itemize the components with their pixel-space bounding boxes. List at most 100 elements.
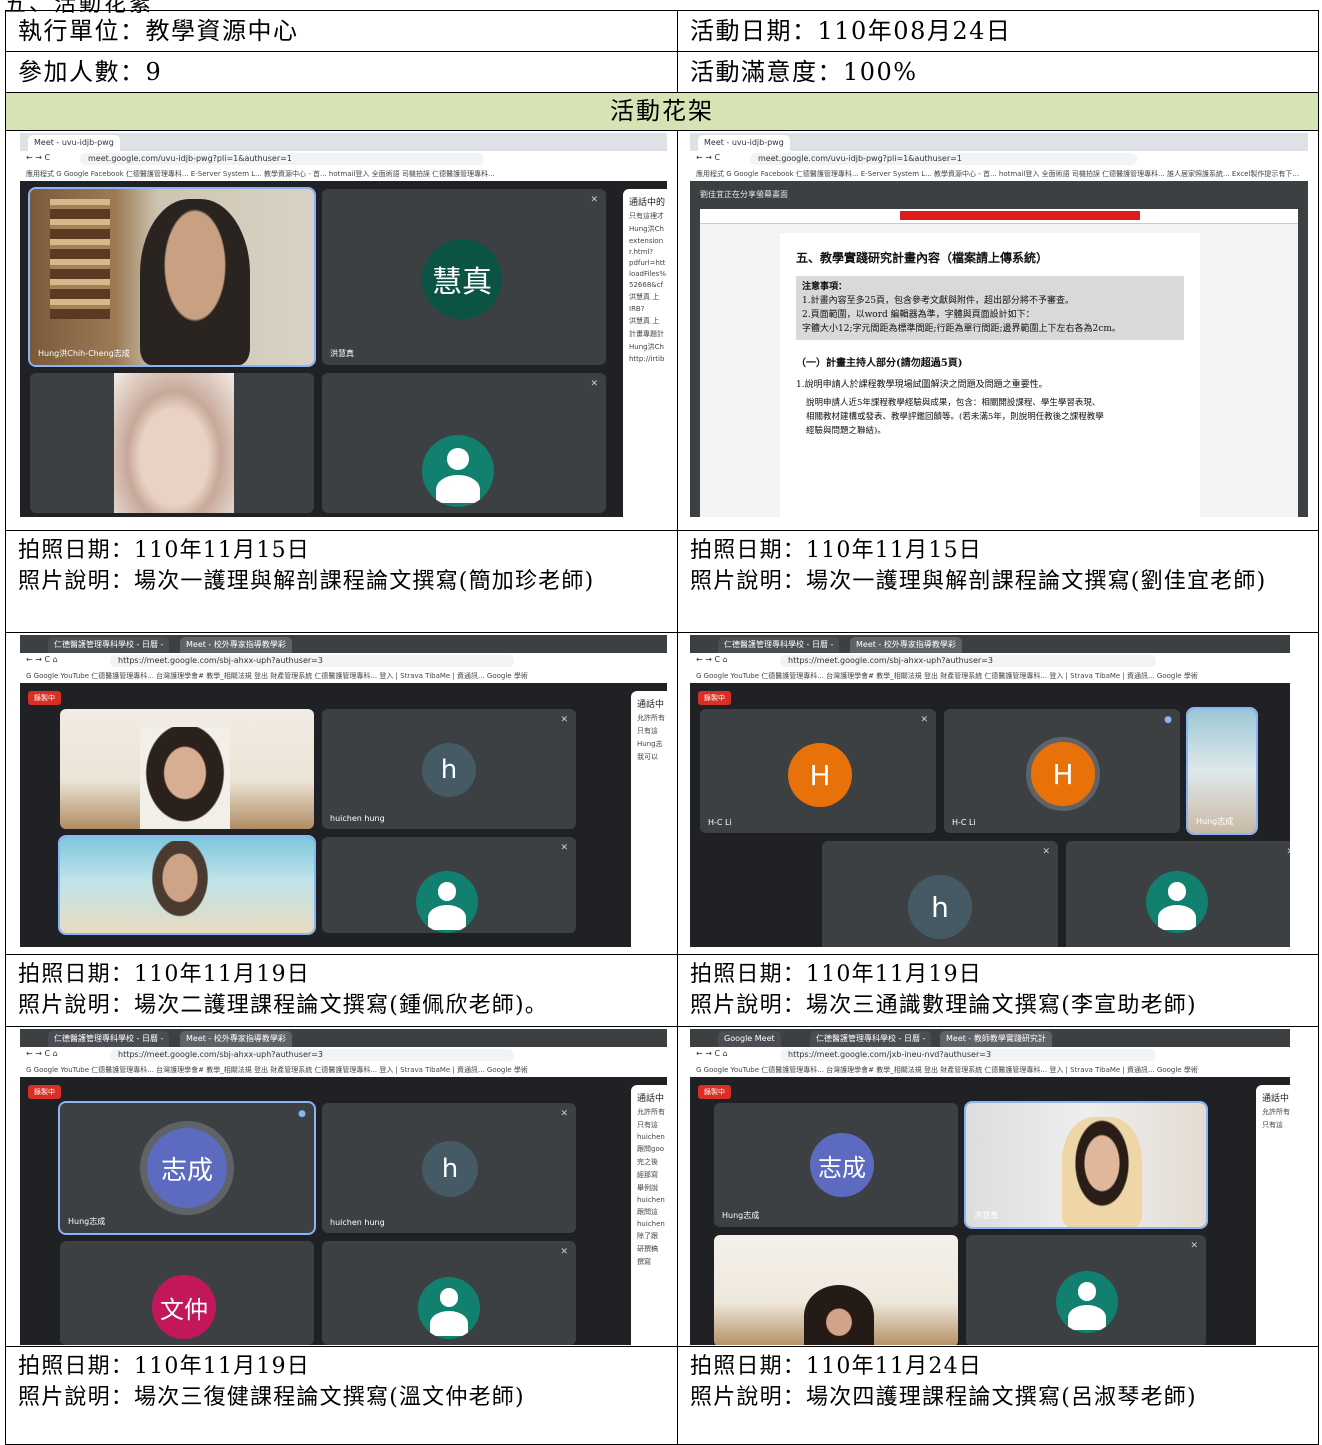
chat-line: Hung志 xyxy=(637,740,663,748)
meet-screenshot-3: 仁德醫護管理專科學校 - 日曆 - Meet - 校外專家指導教學彩 ← → C… xyxy=(20,635,667,947)
doc-body-line: 經驗與問題之聯結)。 xyxy=(806,426,886,436)
chat-line: 除了跟 xyxy=(637,1232,658,1240)
photo-description: 照片說明：場次三通識數理論文撰寫(李宣助老師) xyxy=(690,993,1197,1018)
chat-line: 洪慧真 上 xyxy=(629,317,660,325)
date-cell: 活動日期：110年08月24日 xyxy=(677,10,1319,52)
recording-badge: 錄製中 xyxy=(698,691,731,705)
recording-badge: 錄製中 xyxy=(28,691,61,705)
url-field: https://meet.google.com/sbj-ahxx-uph?aut… xyxy=(780,655,1156,667)
video-tile-3 xyxy=(58,835,316,935)
meet-stage: 錄製中 志成 Hung志成 洪慧真 ✕ 通話中 允許所有 只有這 xyxy=(690,1077,1290,1345)
chat-panel: 通話中 允許所有 只有這 huichen 跟問goo 完之後 經那寫 舉例說 huichen 跟… xyxy=(631,1085,667,1345)
avatar: 慧真 xyxy=(422,239,502,319)
chat-line: 只有這 xyxy=(1262,1121,1283,1129)
word-toolbar xyxy=(700,209,1298,224)
meet-stage: 錄製中 志成 ● Hung志成 h ✕ huichen hung 文仲 ✕ 通話… xyxy=(20,1077,667,1345)
bookmarks-bar: 應用程式 G Google Facebook 仁德醫護管理專科... E-Ser… xyxy=(690,167,1308,182)
chat-line: 允許所有 xyxy=(637,1108,665,1116)
meet-screenshot-2: Meet - uvu-idjb-pwg ← → C meet.google.com… xyxy=(690,133,1308,517)
avatar: H xyxy=(788,743,852,807)
chat-line: 只有這裡才 xyxy=(629,212,664,220)
participant-name: huichen hung xyxy=(330,1218,385,1227)
browser-urlbar: ← → C meet.google.com/uvu-idjb-pwg?pli=1&… xyxy=(690,151,1308,167)
chat-panel: 通話中的 只有這裡才 Hung洪Ch extension r.html? pdfurl=… xyxy=(623,189,667,517)
participant-video xyxy=(30,189,314,365)
photo-cell-2: Meet - uvu-idjb-pwg ← → C meet.google.com… xyxy=(677,130,1319,531)
chat-line: pdfurl=htt xyxy=(629,259,666,267)
photo-description: 照片說明：場次四護理課程論文撰寫(呂淑琴老師) xyxy=(690,1385,1197,1410)
face-photo xyxy=(140,841,220,933)
chat-line: http://irtib xyxy=(629,355,665,363)
browser-tabbar: Meet - uvu-idjb-pwg xyxy=(20,133,667,151)
chat-lines: 只有這裡才 Hung洪Ch extension r.html? pdfurl=htt lo… xyxy=(629,211,666,363)
participant-video xyxy=(966,1103,1206,1227)
video-tile-2: H ● H-C Li xyxy=(944,709,1180,833)
photo-date: 拍照日期：110年11月15日 xyxy=(690,538,982,563)
browser-tab: Meet - 校外專家指導教學彩 xyxy=(180,1031,292,1047)
chat-line: 計畫專題計 xyxy=(629,330,664,338)
activity-date-label: 活動日期：110年08月24日 xyxy=(690,17,1012,45)
participant-name: 洪慧真 xyxy=(974,1211,998,1220)
photo-date: 拍照日期：110年11月24日 xyxy=(690,1354,982,1379)
chat-line: 撰寫 xyxy=(637,1258,651,1266)
satisfaction-label: 活動滿意度：100% xyxy=(690,58,918,86)
caption-cell-3: 拍照日期：110年11月19日 照片說明：場次二護理課程論文撰寫(鍾佩欣老師)。 xyxy=(5,954,678,1027)
meet-screenshot-5: 仁德醫護管理專科學校 - 日曆 - Meet - 校外專家指導教學彩 ← → C… xyxy=(20,1029,667,1345)
word-title-bar xyxy=(900,211,1140,220)
chat-line: 我可以 xyxy=(637,753,658,761)
mic-muted-icon: ✕ xyxy=(920,715,928,725)
chat-panel: 通話中 允許所有 只有這 Hung志 我可以 xyxy=(631,691,667,947)
browser-tabbar: Meet - uvu-idjb-pwg xyxy=(690,133,1308,151)
participant-video xyxy=(114,373,234,513)
video-tile-5: ✕ xyxy=(1066,841,1290,947)
video-tile-3 xyxy=(30,373,314,513)
chat-line: 只有這 xyxy=(637,727,658,735)
participant-video xyxy=(1188,709,1256,833)
mic-muted-icon: ✕ xyxy=(1190,1241,1198,1251)
doc-heading: 五、教學實踐研究計畫內容（檔案請上傳系統） xyxy=(796,251,1049,265)
chat-line: IRB? xyxy=(629,305,645,313)
participant-name: Hung志成 xyxy=(722,1211,760,1220)
photo-date: 拍照日期：110年11月19日 xyxy=(18,1354,310,1379)
photo-date: 拍照日期：110年11月19日 xyxy=(18,962,310,987)
video-tile-4: ✕ xyxy=(966,1235,1206,1345)
nav-arrows-icon: ← → C ⌂ xyxy=(26,1049,58,1058)
panel-title: 通話中 xyxy=(1262,1094,1290,1104)
url-field: https://meet.google.com/sbj-ahxx-uph?aut… xyxy=(110,1049,515,1061)
video-tile-2: 洪慧真 xyxy=(964,1101,1208,1229)
photo-cell-6: Google Meet 仁德醫護管理專科學校 - 日曆 - Meet - 教師教… xyxy=(677,1026,1319,1347)
mic-muted-icon: ✕ xyxy=(590,379,598,389)
video-tile-2: h ✕ huichen hung xyxy=(322,709,576,829)
photo-cell-4: 仁德醫護管理專科學校 - 日曆 - Meet - 校外專家指導教學彩 ← → C… xyxy=(677,632,1319,955)
url-field: meet.google.com/uvu-idjb-pwg?pli=1&authu… xyxy=(80,153,485,165)
browser-urlbar: ← → C ⌂ https://meet.google.com/jxb-ineu-… xyxy=(690,1047,1290,1063)
participant-video xyxy=(714,1235,958,1345)
video-tile-4: ✕ xyxy=(322,837,576,933)
participant-name: H-C Li xyxy=(952,818,976,827)
bookmarks-bar: G Google YouTube 仁德醫護管理專科... 台灣護理學會# 教學_… xyxy=(20,1063,667,1078)
video-tile-3 xyxy=(714,1235,958,1345)
video-tile-3: Hung志成 xyxy=(1186,707,1258,835)
doc-section: （一）計畫主持人部分(請勿超過5頁) xyxy=(796,358,963,369)
nav-arrows-icon: ← → C xyxy=(26,153,51,162)
doc-note: 2.頁面範圍，以word 編輯器為準，字體與頁面設計如下： xyxy=(802,310,1035,320)
face-photo xyxy=(1062,1117,1142,1227)
avatar: H xyxy=(1026,737,1100,811)
doc-item: 1.說明申請人於課程教學現場試圖解決之問題及問題之重要性。 xyxy=(796,380,1048,390)
url-field: https://meet.google.com/jxb-ineu-nvd?aut… xyxy=(780,1049,1156,1061)
bookmarks-bar: 應用程式 G Google Facebook 仁德醫護管理專科... E-Ser… xyxy=(20,167,667,182)
unit-label: 執行單位：教學資源中心 xyxy=(18,17,299,45)
photo-cell-5: 仁德醫護管理專科學校 - 日曆 - Meet - 校外專家指導教學彩 ← → C… xyxy=(5,1026,678,1347)
browser-tab: Meet - 教師教學實踐研究計 xyxy=(940,1031,1052,1047)
face-photo xyxy=(804,1285,874,1345)
chat-line: Hung洪Ch xyxy=(629,343,664,351)
bookshelf-photo xyxy=(50,199,110,319)
meet-stage: 劉佳宜正在分享螢幕畫面 五、教學實踐研究計畫內容（檔案請上傳系統） 注意事項： … xyxy=(690,181,1308,517)
mic-muted-icon: ✕ xyxy=(1042,847,1050,857)
video-tile-4: ✕ xyxy=(322,1241,576,1345)
document-page: 五、活動花絮 執行單位：教學資源中心 活動日期：110年08月24日 參加人數：… xyxy=(0,0,1322,1445)
photo-description: 照片說明：場次一護理與解剖課程論文撰寫(劉佳宜老師) xyxy=(690,569,1267,594)
count-cell: 參加人數：9 xyxy=(5,51,678,93)
caption-cell-4: 拍照日期：110年11月19日 照片說明：場次三通識數理論文撰寫(李宣助老師) xyxy=(677,954,1319,1027)
chat-lines: 允許所有 只有這 Hung志 我可以 xyxy=(637,713,665,762)
